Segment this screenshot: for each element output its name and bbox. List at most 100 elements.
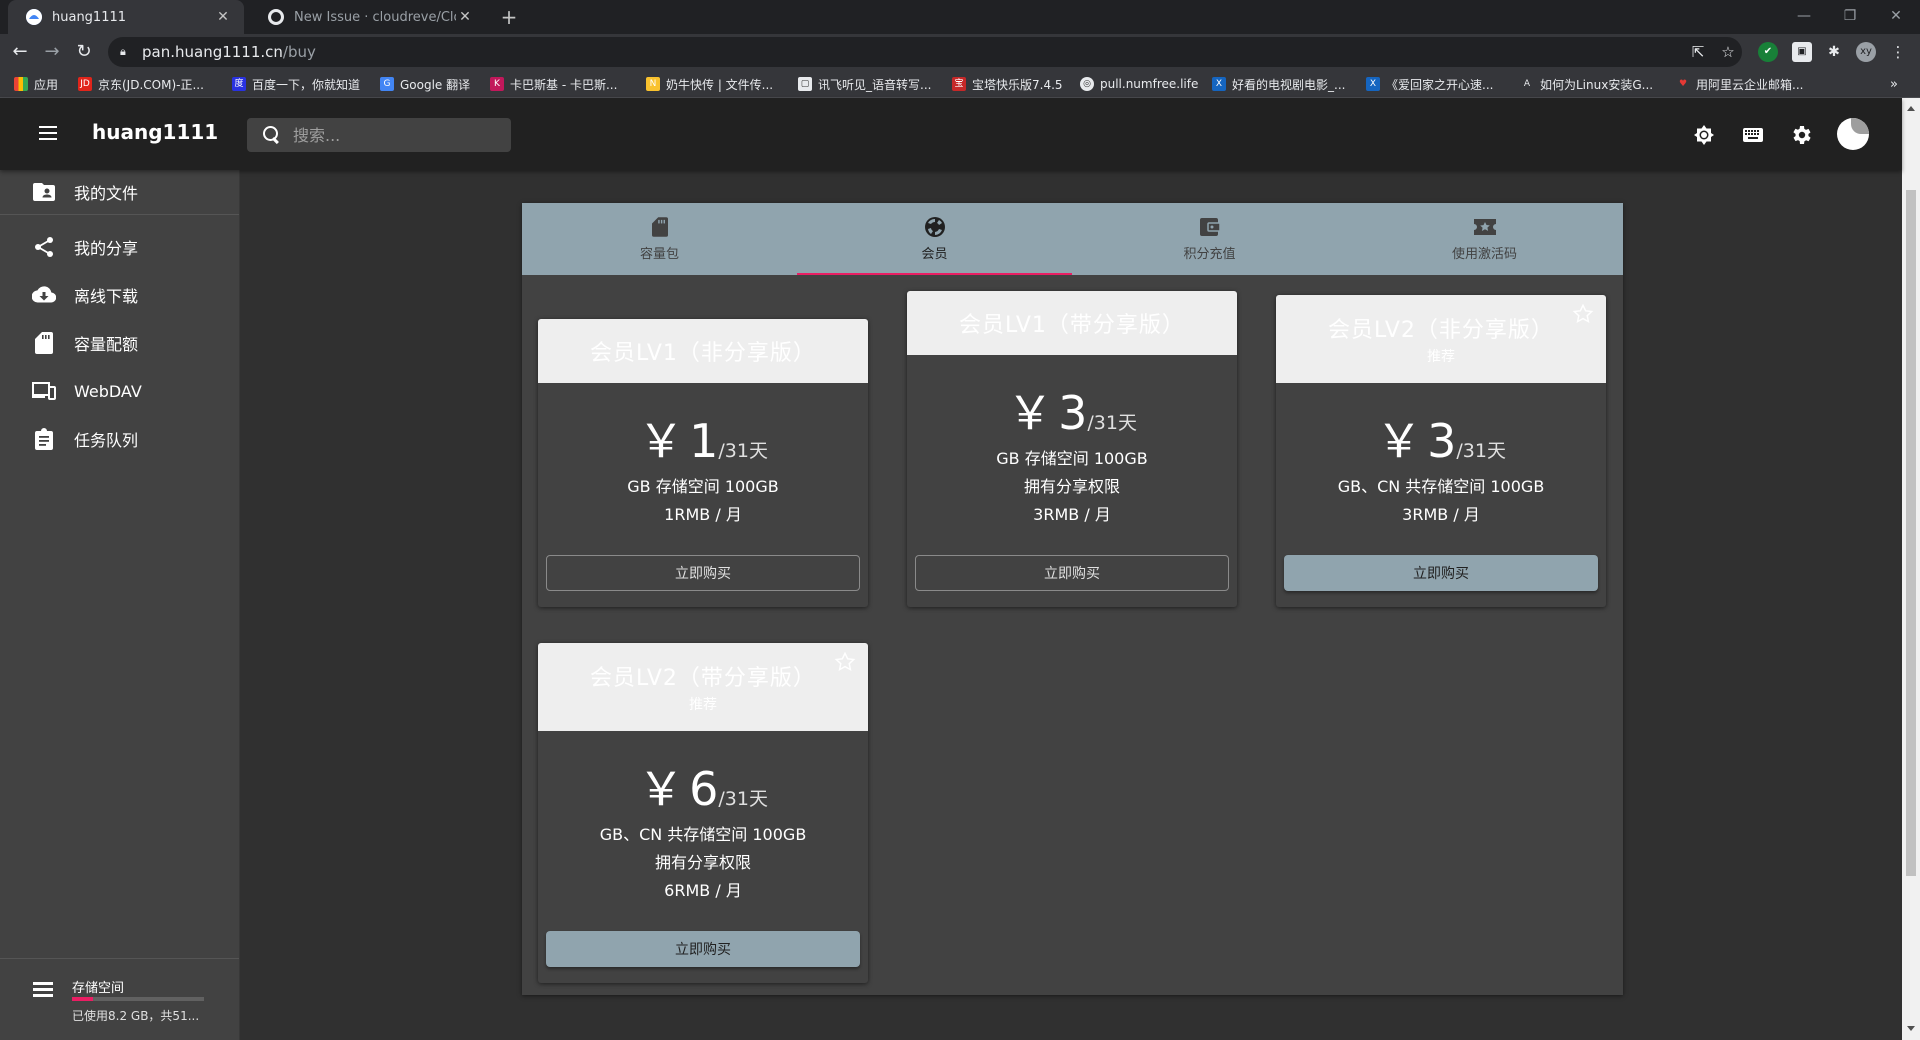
price-period: /31天 [718,788,768,810]
price-amount: 6 [689,762,719,816]
settings-gear-icon[interactable] [1788,122,1814,148]
bookmark-tv[interactable]: X 好看的电视剧电影_... [1212,70,1345,98]
url-host: pan.huang1111.cn [142,43,283,61]
browser-tab-strip: huang1111 ✕ New Issue · cloudreve/Cloudr… [0,0,1920,34]
plan-title: 会员LV2（非分享版） [1328,318,1554,343]
sidebar-item-offline-download[interactable]: 离线下载 [0,274,239,316]
tab-label: 使用激活码 [1451,247,1517,262]
bookmark-label: 用阿里云企业邮箱... [1696,77,1804,92]
search-icon [261,124,283,146]
shield-extension-icon[interactable]: ✔ [1758,42,1778,62]
buy-now-button[interactable]: 立即购买 [546,555,860,591]
plan-feature: GB 存储空间 100GB [996,449,1148,468]
buy-now-button[interactable]: 立即购买 [915,555,1229,591]
hamburger-menu-icon[interactable] [36,122,60,146]
plan-price: ￥ 6/31天 [538,753,868,816]
bookmark-cowtransfer[interactable]: N 奶牛快传 | 文件传... [646,70,773,98]
keyboard-icon[interactable] [1740,122,1766,148]
sidebar-item-quota[interactable]: 容量配额 [0,322,239,364]
tab-title: huang1111 [52,9,127,25]
cowtransfer-icon: N [646,77,660,91]
address-bar[interactable]: 🔒︎ pan.huang1111.cn/buy [108,37,1742,67]
bookmark-kaspersky[interactable]: K 卡巴斯基 - 卡巴斯... [490,70,617,98]
devices-icon [32,379,56,403]
bookmark-baidu[interactable]: 度百度一下，你就知道 [232,70,360,98]
recommended-label: 推荐 [689,697,717,713]
storage-description: 已使用8.2 GB，共51... [72,1009,200,1023]
browser-toolbar: ← → ↻ 🔒︎ pan.huang1111.cn/buy ⇱ ☆ ✔ ▣ ✱ … [0,34,1920,70]
plan-card-header: 会员LV1（带分享版） [907,291,1237,355]
clipboard-icon [32,427,56,451]
apps-grid-icon [14,77,28,91]
tab-membership[interactable]: 会员 [797,203,1072,275]
bookmark-apps[interactable]: 应用 [14,70,58,98]
page-scrollbar[interactable] [1902,98,1920,1040]
bookmarks-overflow-icon[interactable]: » [1890,70,1898,98]
user-avatar[interactable] [1837,118,1869,150]
reload-icon[interactable]: ↻ [72,40,96,64]
tab-storage-packs[interactable]: 容量包 [522,203,797,275]
sidebar-divider [0,214,239,215]
bookmark-google-translate[interactable]: G Google 翻译 [380,70,470,98]
github-icon [268,9,284,25]
bookmark-numfree[interactable]: ◎ pull.numfree.life [1080,70,1198,98]
plan-feature: 3RMB / 月 [1402,505,1480,524]
bookmark-label: Google 翻译 [400,77,471,92]
storage-usage[interactable]: 存储空间 已使用8.2 GB，共51... [0,958,239,1040]
plan-card-header: 会员LV2（非分享版） 推荐 [1276,295,1606,383]
plan-features: GB、CN 共存储空间 100GB 拥有分享权限 6RMB / 月 [538,821,868,905]
price-amount: 3 [1427,414,1457,468]
kebab-menu-icon[interactable]: ⋮ [1886,40,1910,64]
scroll-up-arrow-icon[interactable] [1907,106,1915,111]
recommended-label: 推荐 [1427,349,1455,365]
extension-icon[interactable]: ▣ [1792,42,1812,62]
plan-features: GB 存储空间 100GB 拥有分享权限 3RMB / 月 [907,445,1237,529]
sidebar-item-task-queue[interactable]: 任务队列 [0,418,239,460]
bookmark-baota[interactable]: 宝宝塔快乐版7.4.5 [952,70,1063,98]
brightness-toggle-icon[interactable] [1691,122,1717,148]
sidebar-item-label: 我的文件 [74,184,139,203]
restore-window-icon[interactable]: ❐ [1830,4,1870,28]
search-box[interactable] [247,118,511,152]
currency-symbol: ￥ [1007,386,1054,440]
search-input[interactable] [293,125,493,145]
open-in-app-icon[interactable]: ⇱ [1686,40,1710,64]
tab-points-recharge[interactable]: 积分充值 [1072,203,1347,275]
price-period: /31天 [1456,440,1506,462]
bookmark-label: 卡巴斯基 - 卡巴斯... [510,77,618,92]
sidebar-item-my-shares[interactable]: 我的分享 [0,226,239,268]
new-tab-button[interactable]: + [498,6,520,28]
scrollbar-thumb[interactable] [1906,190,1916,876]
back-icon[interactable]: ← [8,40,32,64]
browser-tab-active[interactable]: huang1111 ✕ [8,0,244,34]
tab-title: New Issue · cloudreve/Cloudre [294,9,456,25]
scroll-down-arrow-icon[interactable] [1907,1026,1915,1031]
bookmark-linux-guide[interactable]: A 如何为Linux安装G... [1520,70,1653,98]
close-tab-icon[interactable]: ✕ [214,8,232,26]
sidebar-item-my-files[interactable]: 我的文件 [0,171,239,213]
buy-now-button[interactable]: 立即购买 [546,931,860,967]
puzzle-extensions-icon[interactable]: ✱ [1824,42,1844,62]
sidebar-item-label: 容量配额 [74,335,139,354]
close-tab-icon[interactable]: ✕ [456,8,474,26]
profile-avatar[interactable]: xy [1856,42,1876,62]
minimize-window-icon[interactable]: — [1784,4,1824,28]
shop-panel: 容量包 会员 积分充值 使用激活码 会员LV1（非分享版） ￥ 1/31天 GB… [522,203,1623,995]
app-bar: huang1111 [0,98,1902,170]
buy-now-button[interactable]: 立即购买 [1284,555,1598,591]
plan-title: 会员LV1（非分享版） [590,341,816,366]
bookmark-star-icon[interactable]: ☆ [1716,40,1740,64]
plan-price: ￥ 3/31天 [907,377,1237,440]
storage-progress-fill [72,997,94,1001]
browser-tab-github[interactable]: New Issue · cloudreve/Cloudre ✕ [250,0,486,34]
tab-activation-code[interactable]: 使用激活码 [1347,203,1622,275]
bookmark-aliyun-mail[interactable]: ♥ 用阿里云企业邮箱... [1676,70,1804,98]
sidebar: 我的文件 我的分享 离线下载 容量配额 WebDAV 任务队列 存储空间 已使用… [0,170,240,1040]
forward-icon[interactable]: → [40,40,64,64]
bookmark-drama[interactable]: X 《爱回家之开心速... [1366,70,1493,98]
close-window-icon[interactable]: ✕ [1876,4,1916,28]
plan-feature: GB 存储空间 100GB [627,477,779,496]
bookmark-iflyrec[interactable]: ▢ 讯飞听见_语音转写... [798,70,931,98]
bookmark-jd[interactable]: JD 京东(JD.COM)-正... [78,70,204,98]
sidebar-item-webdav[interactable]: WebDAV [0,370,239,412]
